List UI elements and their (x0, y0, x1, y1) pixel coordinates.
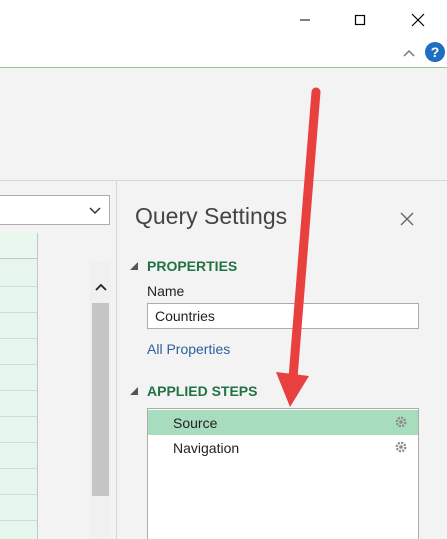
maximize-icon (354, 14, 366, 26)
query-name-input[interactable] (147, 303, 419, 329)
properties-heading: PROPERTIES (147, 258, 238, 274)
applied-steps-list: Source Navigation (147, 408, 419, 539)
window-titlebar (0, 0, 447, 40)
ribbon (0, 68, 447, 181)
close-pane-button[interactable] (398, 210, 416, 228)
grid-row-line (0, 520, 37, 521)
grid-row-line (0, 494, 37, 495)
grid-row-line (0, 364, 37, 365)
close-icon (400, 212, 414, 226)
gear-icon[interactable] (394, 440, 408, 454)
step-navigation[interactable]: Navigation (148, 435, 418, 460)
all-properties-link[interactable]: All Properties (147, 341, 230, 357)
chevron-up-icon (403, 49, 415, 57)
help-button[interactable]: ? (425, 42, 445, 62)
applied-steps-section-header[interactable]: APPLIED STEPS (130, 383, 257, 399)
pane-title: Query Settings (135, 203, 288, 229)
help-icon: ? (430, 44, 440, 60)
grid-row-line (0, 338, 37, 339)
collapse-triangle-icon (130, 387, 138, 395)
grid-row-line (0, 468, 37, 469)
chevron-up-icon (94, 283, 107, 291)
gear-icon[interactable] (394, 415, 408, 429)
grid-row-line (0, 442, 37, 443)
formula-expand-button[interactable] (86, 202, 104, 220)
step-label: Navigation (173, 439, 240, 456)
step-label: Source (173, 414, 218, 431)
collapse-ribbon-button[interactable] (400, 45, 418, 61)
maximize-button[interactable] (337, 0, 383, 40)
close-icon (411, 13, 425, 27)
name-label: Name (147, 283, 185, 299)
grid-row-line (0, 390, 37, 391)
window-close-button[interactable] (395, 0, 441, 40)
step-source[interactable]: Source (148, 410, 418, 435)
grid-row-line (0, 312, 37, 313)
scroll-up-button[interactable] (90, 276, 111, 298)
grid-row-line (0, 286, 37, 287)
collapse-triangle-icon (130, 262, 138, 270)
applied-steps-heading: APPLIED STEPS (147, 383, 258, 399)
minimize-icon (300, 19, 310, 21)
scrollbar-thumb[interactable] (92, 303, 109, 496)
properties-section-header[interactable]: PROPERTIES (130, 258, 237, 274)
minimize-button[interactable] (282, 0, 328, 40)
chevron-down-icon (89, 207, 101, 215)
ribbon-tab-strip (0, 40, 447, 68)
grid-row-line (0, 416, 37, 417)
grid-column-header[interactable] (0, 233, 37, 259)
